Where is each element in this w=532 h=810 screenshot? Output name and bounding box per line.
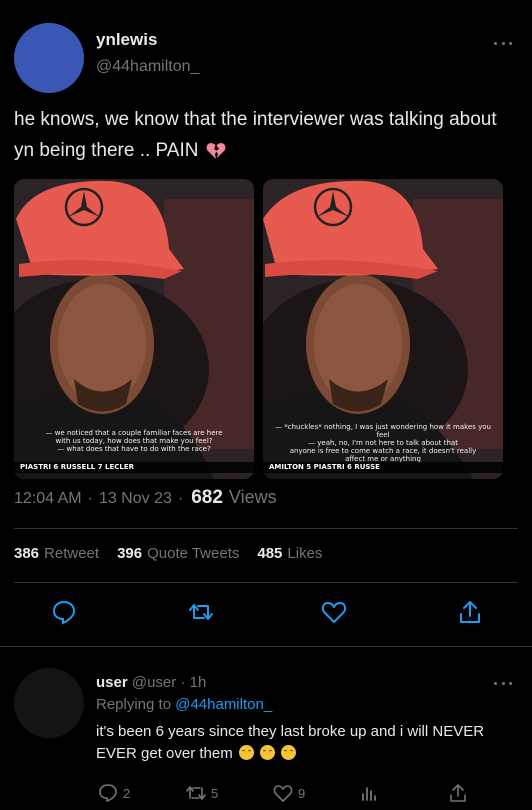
- retweets-stat[interactable]: 386 Retweet: [14, 545, 99, 562]
- reply-icon: [99, 784, 117, 803]
- retweet-count: 5: [211, 785, 219, 801]
- views-label: Views: [228, 487, 277, 507]
- tweet-stats: 386 Retweet 396 Quote Tweets 485 Likes: [14, 545, 322, 562]
- media-image-2[interactable]: — *chuckles* nothing, I was just wonderi…: [263, 179, 503, 479]
- avatar[interactable]: [14, 668, 84, 738]
- like-icon[interactable]: [320, 598, 348, 626]
- retweets-label: Retweet: [44, 545, 100, 562]
- quotes-stat[interactable]: 396 Quote Tweets: [117, 545, 239, 562]
- subtitle-line: — yeah, no, I'm not here to talk about t…: [308, 439, 458, 447]
- quotes-label: Quote Tweets: [147, 545, 240, 562]
- retweet-icon[interactable]: [187, 598, 215, 626]
- media-grid: — we noticed that a couple familiar face…: [14, 179, 504, 479]
- broken-heart-icon: [206, 142, 226, 159]
- reply-text: it's been 6 years since they last broke …: [96, 721, 506, 765]
- tweet-actions: [0, 598, 532, 632]
- analytics-icon: [362, 787, 376, 801]
- leaderboard-ticker: PIASTRI 6 RUSSELL 7 LECLER: [14, 462, 254, 473]
- subtitle-line: — we noticed that a couple familiar face…: [45, 429, 223, 437]
- avatar[interactable]: [14, 23, 84, 93]
- views-count: 682: [191, 487, 223, 508]
- tweet-text-content: he knows, we know that the interviewer w…: [14, 109, 497, 161]
- subtitle-line: — what does that have to do with the rac…: [57, 445, 211, 453]
- subtitle-line: — *chuckles* nothing, I was just wonderi…: [275, 423, 491, 439]
- likes-stat[interactable]: 485 Likes: [257, 545, 322, 562]
- more-icon[interactable]: [494, 680, 512, 686]
- replying-to: Replying to @44hamilton_: [96, 696, 272, 713]
- meta-separator: ·: [177, 490, 184, 507]
- meta-separator: ·: [180, 674, 186, 691]
- mention-link[interactable]: @44hamilton_: [175, 696, 272, 713]
- subtitle-line: anyone is free to come watch a race, it …: [289, 447, 477, 455]
- retweet-button[interactable]: 5: [185, 782, 218, 804]
- handle[interactable]: @44hamilton_: [96, 58, 199, 76]
- display-name[interactable]: ynlewis: [96, 30, 157, 50]
- analytics-button[interactable]: [358, 782, 380, 804]
- subtitle-line: with us today, how does that make you fe…: [55, 437, 213, 445]
- like-button[interactable]: 9: [272, 782, 305, 804]
- share-button[interactable]: [447, 782, 469, 804]
- tweet-date[interactable]: 13 Nov 23: [99, 490, 172, 508]
- share-icon[interactable]: [456, 598, 484, 626]
- likes-label: Likes: [287, 545, 323, 562]
- reply-header: user @user · 1h: [96, 674, 206, 691]
- reply-time[interactable]: 1h: [190, 674, 207, 691]
- reply-icon[interactable]: [50, 598, 78, 626]
- retweets-count: 386: [14, 545, 40, 562]
- more-icon[interactable]: [494, 40, 512, 46]
- leaderboard-ticker: AMILTON 5 PIASTRI 6 RUSSE: [263, 462, 503, 473]
- divider: [14, 582, 518, 583]
- media-image-1[interactable]: — we noticed that a couple familiar face…: [14, 179, 254, 479]
- quotes-count: 396: [117, 545, 143, 562]
- reply-handle[interactable]: @user: [132, 674, 176, 691]
- meta-separator: ·: [87, 490, 93, 507]
- reply-button[interactable]: 2: [97, 782, 130, 804]
- subtitle: — *chuckles* nothing, I was just wonderi…: [269, 423, 497, 463]
- like-count: 9: [298, 785, 306, 801]
- retweet-icon: [186, 786, 206, 800]
- tweet-meta: 12:04 AM · 13 Nov 23 · 682 Views: [14, 487, 277, 509]
- reply-count: 2: [123, 785, 131, 801]
- likes-count: 485: [257, 545, 283, 562]
- subtitle: — we noticed that a couple familiar face…: [20, 429, 248, 453]
- crying-emoji-icon: [281, 745, 297, 760]
- divider: [14, 528, 518, 529]
- share-icon: [450, 784, 466, 802]
- tweet-time[interactable]: 12:04 AM: [14, 490, 82, 508]
- like-icon: [273, 785, 293, 802]
- tweet-text: he knows, we know that the interviewer w…: [14, 104, 514, 166]
- reply-actions: 2 5 9: [0, 782, 532, 806]
- crying-emoji-icon: [238, 745, 254, 760]
- replying-to-prefix: Replying to: [96, 696, 172, 713]
- reply-tweet[interactable]: user @user · 1h Replying to @44hamilton_…: [0, 647, 532, 810]
- reply-display-name[interactable]: user: [96, 674, 128, 691]
- crying-emoji-icon: [260, 745, 276, 760]
